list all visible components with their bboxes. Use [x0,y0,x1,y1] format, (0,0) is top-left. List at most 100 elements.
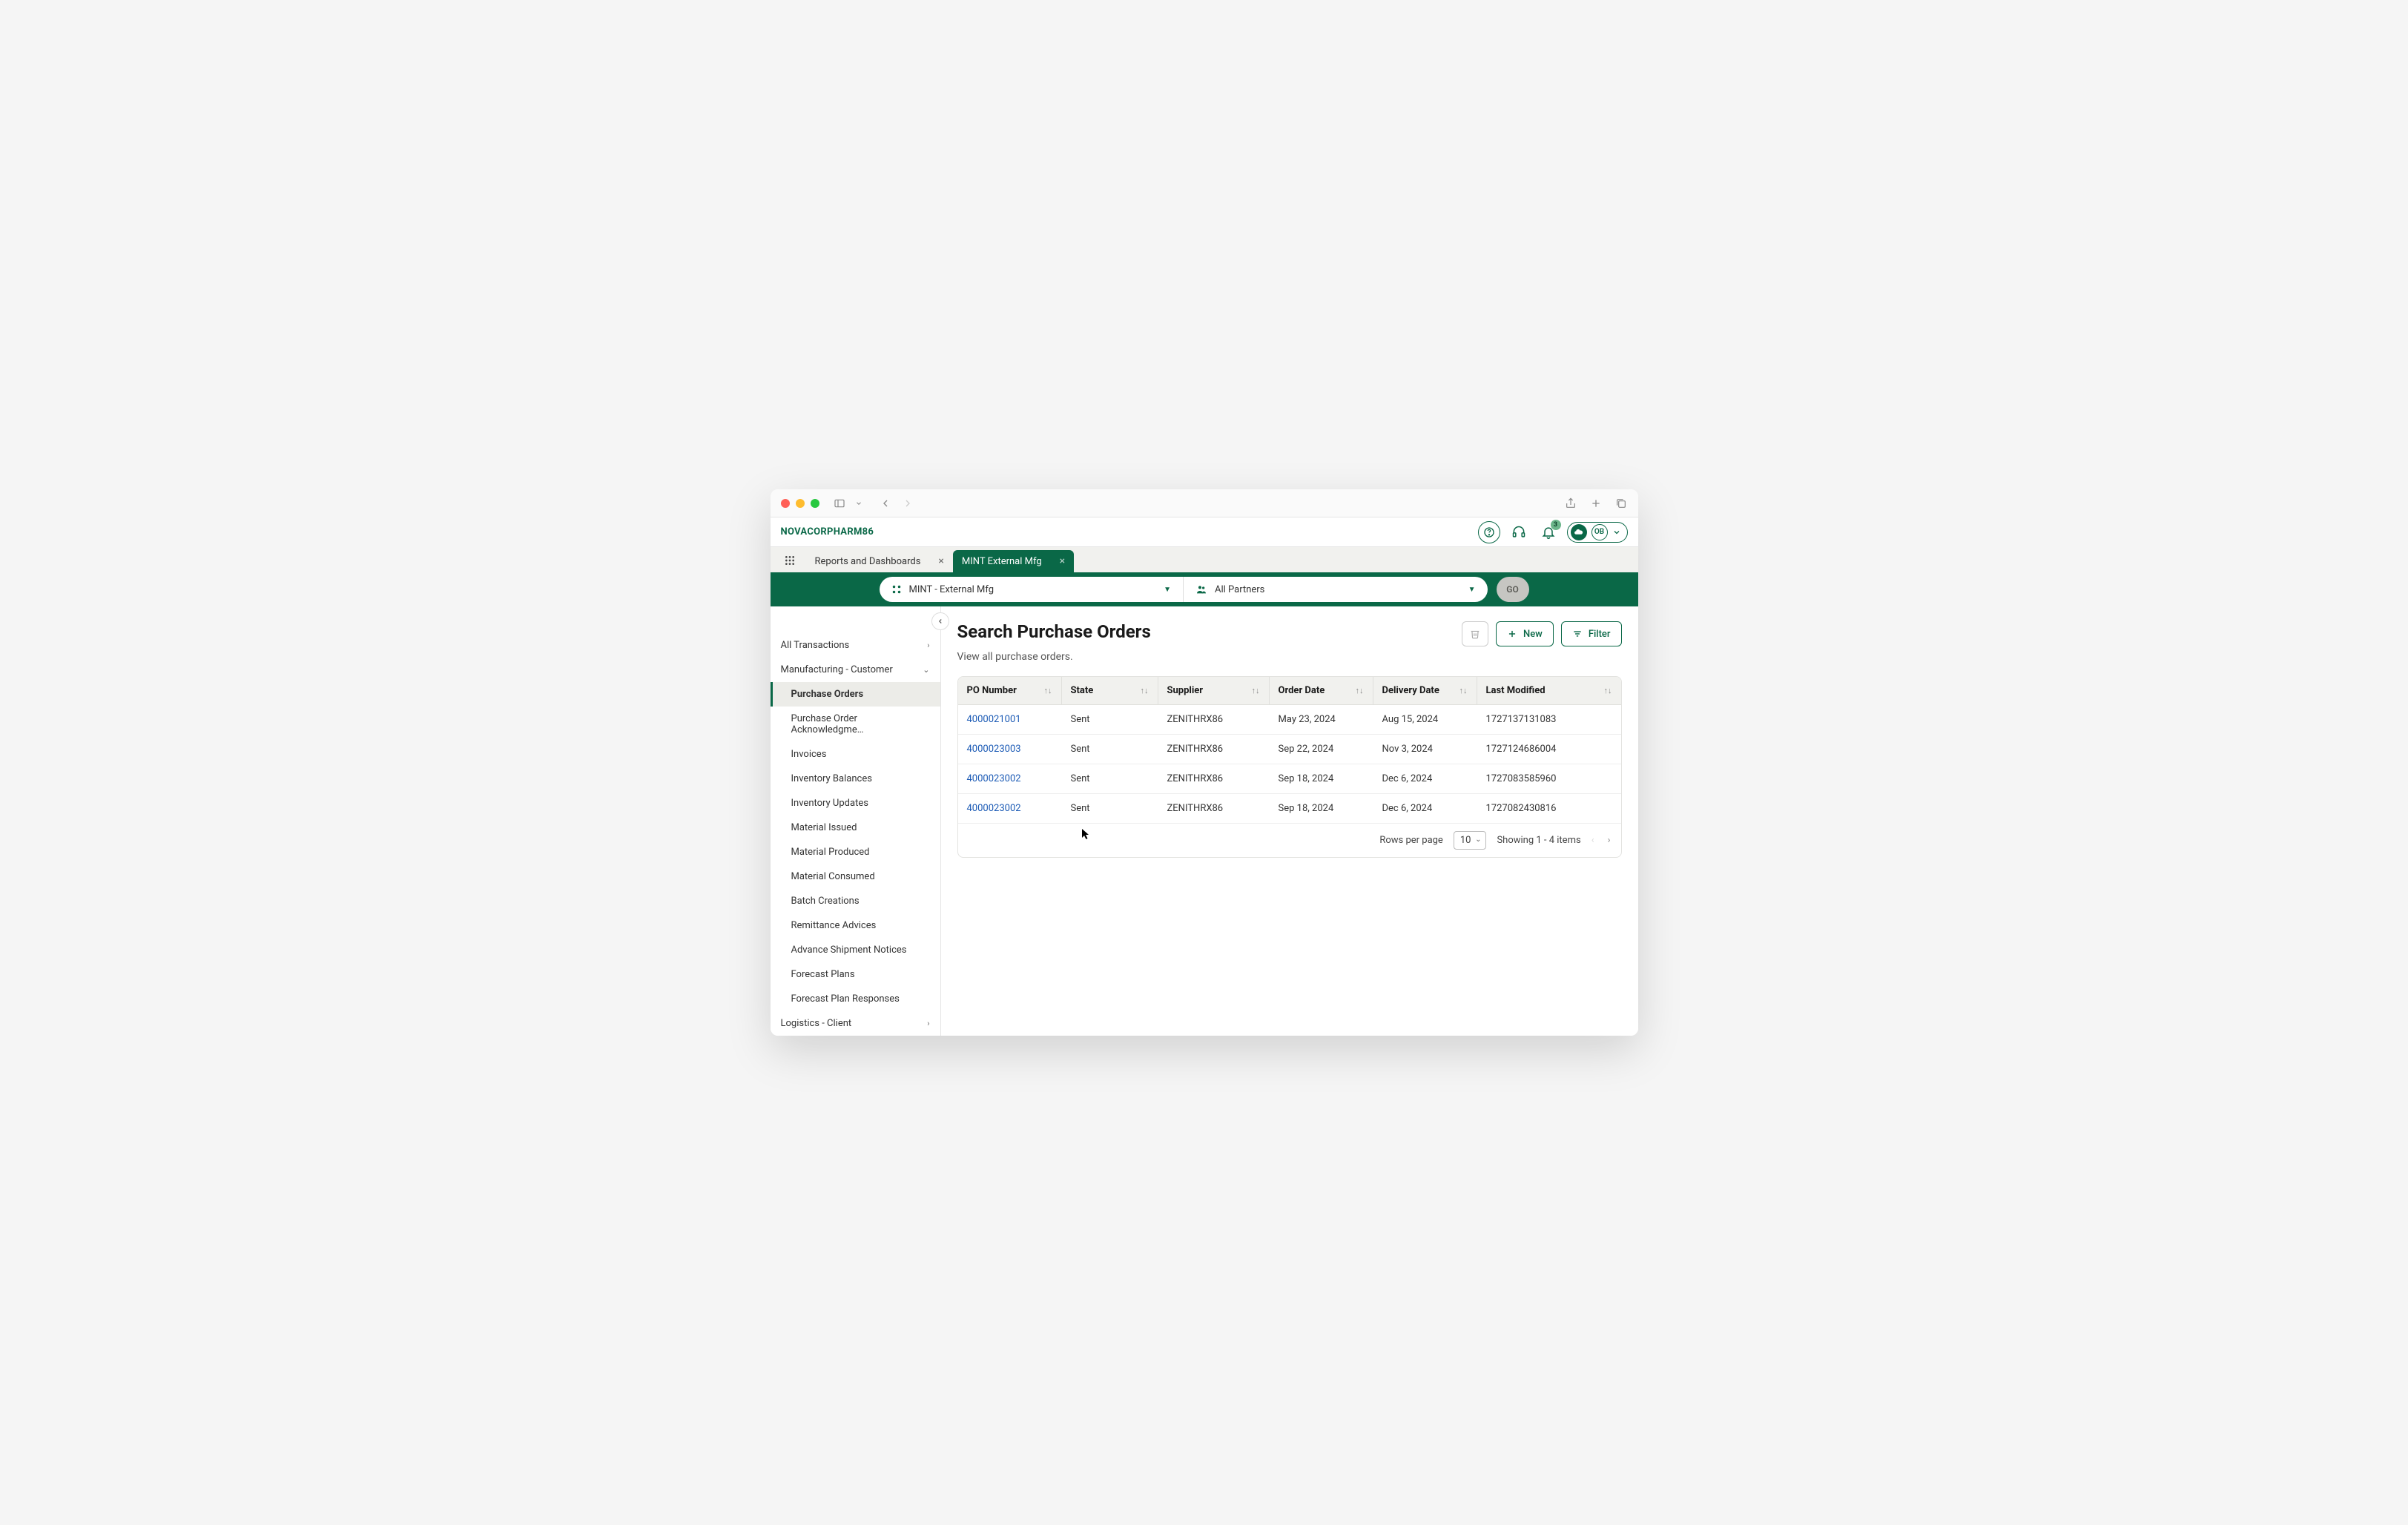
nav-forecast-responses[interactable]: Forecast Plan Responses [771,987,940,1011]
plus-icon [1507,629,1517,639]
table-row: 4000023003SentZENITHRX86Sep 22, 2024Nov … [958,735,1621,764]
back-button[interactable] [879,498,892,509]
titlebar [771,489,1638,517]
nav-group-all-transactions[interactable]: All Transactions › [771,633,940,658]
nav-label: Logistics - Client [781,1018,852,1029]
cell-order-date: Sep 18, 2024 [1270,764,1373,793]
cell-supplier: ZENITHRX86 [1158,705,1270,734]
col-po-number[interactable]: PO Number↑↓ [958,677,1062,704]
scope-selector[interactable]: MINT - External Mfg ▼ [880,577,1184,602]
headset-icon[interactable] [1508,521,1530,543]
delete-button[interactable] [1462,621,1488,646]
new-tab-icon[interactable] [1589,498,1603,509]
scope-label: MINT - External Mfg [909,584,994,595]
tab-mint-external[interactable]: MINT External Mfg × [953,550,1074,572]
nav-group-manufacturing[interactable]: Manufacturing - Customer ⌄ [771,658,940,682]
titlebar-right-controls [1564,498,1628,509]
bell-icon[interactable]: 3 [1537,521,1560,543]
table-row: 4000021001SentZENITHRX86May 23, 2024Aug … [958,705,1621,735]
table-row: 4000023002SentZENITHRX86Sep 18, 2024Dec … [958,764,1621,794]
filter-icon [1572,629,1583,639]
sort-icon: ↑↓ [1604,686,1612,695]
app-header: NOVACORPHARM86 3 OB [771,517,1638,547]
nav-remittance[interactable]: Remittance Advices [771,913,940,938]
cell-last-modified: 1727124686004 [1477,735,1621,764]
tabs-overview-icon[interactable] [1614,498,1628,509]
nav-label: All Transactions [781,640,850,651]
maximize-window-button[interactable] [811,499,819,508]
nav-inventory-updates[interactable]: Inventory Updates [771,791,940,816]
sort-icon: ↑↓ [1459,686,1468,695]
scope-icon [891,584,902,595]
nav-forecast-plans[interactable]: Forecast Plans [771,962,940,987]
close-window-button[interactable] [781,499,790,508]
col-delivery-date[interactable]: Delivery Date↑↓ [1373,677,1477,704]
rows-per-page-select[interactable]: 10 ⌄ [1454,831,1487,850]
po-number-link[interactable]: 4000023002 [958,794,1062,823]
forward-button[interactable] [901,498,914,509]
nav-material-produced[interactable]: Material Produced [771,840,940,864]
next-page-button[interactable]: › [1608,835,1611,846]
partner-selector[interactable]: All Partners ▼ [1184,577,1488,602]
close-icon[interactable]: × [1060,555,1065,567]
col-last-modified[interactable]: Last Modified↑↓ [1477,677,1621,704]
nav-invoices[interactable]: Invoices [771,742,940,767]
content-area: Search Purchase Orders New Filter [941,606,1638,1036]
nav-material-consumed[interactable]: Material Consumed [771,864,940,889]
page-title: Search Purchase Orders [957,621,1151,642]
minimize-window-button[interactable] [796,499,805,508]
window-traffic-lights [781,499,819,508]
nav-label: Manufacturing - Customer [781,664,893,675]
partner-label: All Partners [1215,584,1264,595]
cell-order-date: Sep 22, 2024 [1270,735,1373,764]
go-button[interactable]: GO [1497,577,1529,602]
nav-inventory-balances[interactable]: Inventory Balances [771,767,940,791]
table-body: 4000021001SentZENITHRX86May 23, 2024Aug … [958,705,1621,823]
share-icon[interactable] [1564,498,1577,509]
sidebar-toggle-icon[interactable] [833,498,846,509]
chevron-down-icon[interactable] [855,498,862,509]
po-number-link[interactable]: 4000023002 [958,764,1062,793]
sort-icon: ↑↓ [1252,686,1260,695]
app-window: NOVACORPHARM86 3 OB [771,489,1638,1036]
tab-label: MINT External Mfg [962,556,1042,567]
cell-state: Sent [1062,735,1158,764]
nav-material-issued[interactable]: Material Issued [771,816,940,840]
help-icon[interactable] [1478,521,1500,543]
cell-state: Sent [1062,705,1158,734]
dropdown-arrow-icon: ▼ [1164,586,1171,594]
col-supplier[interactable]: Supplier↑↓ [1158,677,1270,704]
close-icon[interactable]: × [938,555,943,567]
col-order-date[interactable]: Order Date↑↓ [1270,677,1373,704]
nav-group-logistics[interactable]: Logistics - Client › [771,1011,940,1036]
sort-icon: ↑↓ [1044,686,1052,695]
po-number-link[interactable]: 4000023003 [958,735,1062,764]
chevron-right-icon: › [927,1019,929,1028]
user-menu[interactable]: OB [1567,522,1628,543]
nav-purchase-orders[interactable]: Purchase Orders [771,682,940,707]
tab-label: Reports and Dashboards [815,556,921,567]
po-number-link[interactable]: 4000021001 [958,705,1062,734]
sort-icon: ↑↓ [1141,686,1149,695]
tab-strip: Reports and Dashboards × MINT External M… [771,547,1638,572]
cell-last-modified: 1727082430816 [1477,794,1621,823]
notification-badge: 3 [1551,520,1561,530]
chevron-down-icon: ⌄ [923,665,929,675]
prev-page-button[interactable]: ‹ [1591,835,1594,846]
filter-button[interactable]: Filter [1561,621,1622,646]
app-header-actions: 3 OB [1478,521,1628,543]
trash-icon [1470,629,1480,639]
pagination-nav: ‹ › [1591,835,1611,846]
nav-batch-creations[interactable]: Batch Creations [771,889,940,913]
new-button[interactable]: New [1496,621,1554,646]
cell-order-date: May 23, 2024 [1270,705,1373,734]
col-state[interactable]: State↑↓ [1062,677,1158,704]
partners-icon [1195,583,1207,595]
cell-delivery-date: Dec 6, 2024 [1373,764,1477,793]
nav-po-ack[interactable]: Purchase Order Acknowledgme… [771,707,940,742]
chevron-down-icon: ⌄ [1475,836,1481,844]
tab-reports[interactable]: Reports and Dashboards × [806,550,953,572]
nav-shipment-notices[interactable]: Advance Shipment Notices [771,938,940,962]
apps-grid-icon[interactable] [784,555,796,566]
cell-state: Sent [1062,764,1158,793]
